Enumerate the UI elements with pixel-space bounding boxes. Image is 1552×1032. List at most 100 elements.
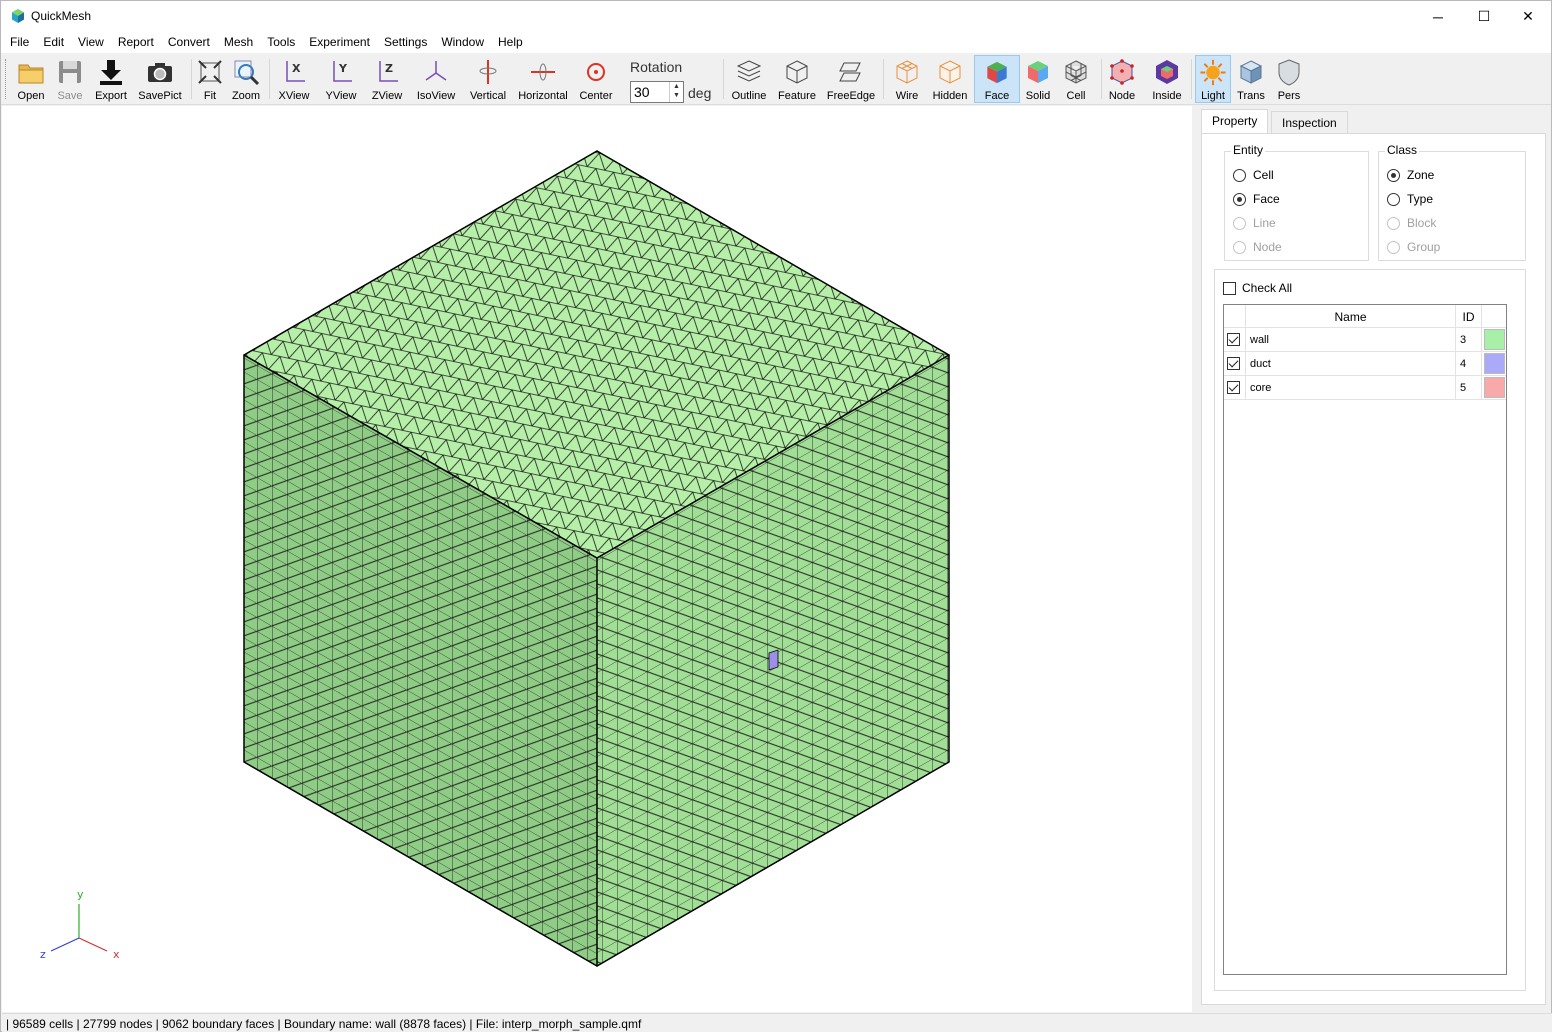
face-cube-icon (987, 61, 1007, 84)
id-column-header[interactable]: ID (1456, 305, 1482, 328)
tab-property[interactable]: Property (1201, 109, 1269, 135)
row-checkbox[interactable] (1227, 333, 1240, 346)
spin-arrows-icon[interactable]: ▲ ▼ (669, 82, 683, 102)
open-button[interactable]: Open (13, 55, 49, 103)
menu-mesh[interactable]: Mesh (217, 32, 260, 53)
close-button[interactable]: ✕ (1505, 1, 1551, 32)
mesh-canvas[interactable]: y x z (2, 106, 1192, 1012)
light-button[interactable]: Light (1195, 55, 1231, 103)
row-name: wall (1246, 328, 1456, 352)
highlighted-duct-element[interactable] (768, 649, 779, 671)
row-color-swatch[interactable] (1484, 329, 1505, 350)
wire-button[interactable]: Wire (889, 55, 925, 103)
save-button[interactable]: Save (53, 55, 87, 103)
tab-inspection[interactable]: Inspection (1271, 111, 1348, 134)
download-arrow-icon (100, 60, 122, 85)
z-axis-view-icon: Z (379, 61, 398, 82)
class-type-radio[interactable]: Type (1387, 192, 1433, 206)
menu-bar: File Edit View Report Convert Mesh Tools… (1, 32, 1551, 53)
name-column-header[interactable]: Name (1246, 305, 1456, 328)
minimize-button[interactable]: ─ (1415, 1, 1461, 32)
savepict-button[interactable]: SavePict (135, 55, 185, 103)
feature-cube-icon (786, 60, 808, 84)
row-checkbox[interactable] (1227, 357, 1240, 370)
row-name: duct (1246, 352, 1456, 376)
trans-button[interactable]: Trans (1235, 55, 1267, 103)
inside-button[interactable]: Inside (1147, 55, 1187, 103)
sun-light-icon (1200, 59, 1226, 86)
menu-settings[interactable]: Settings (377, 32, 434, 53)
horizontal-rotate-icon (531, 63, 555, 81)
menu-experiment[interactable]: Experiment (302, 32, 377, 53)
axis-label-x: x (113, 948, 120, 961)
zoom-button[interactable]: Zoom (229, 55, 263, 103)
table-row[interactable]: core 5 (1224, 376, 1506, 400)
cell-button[interactable]: Cell (1059, 55, 1093, 103)
rotation-value[interactable]: 30 (634, 84, 650, 100)
row-name: core (1246, 376, 1456, 400)
row-checkbox[interactable] (1227, 381, 1240, 394)
table-row[interactable]: duct 4 (1224, 352, 1506, 376)
property-tab-content: Entity Cell Face Line Node Class Zone Ty… (1201, 133, 1546, 1005)
inside-cube-icon (1156, 60, 1178, 84)
menu-convert[interactable]: Convert (161, 32, 217, 53)
entity-cell-radio[interactable]: Cell (1233, 168, 1274, 182)
row-id: 5 (1456, 376, 1482, 400)
yview-button[interactable]: Y YView (321, 55, 361, 103)
zone-table-header: Name ID (1224, 305, 1506, 328)
row-color-swatch[interactable] (1484, 377, 1505, 398)
isometric-axes-icon (425, 61, 447, 81)
3d-viewport[interactable]: y x z (2, 106, 1192, 1012)
toolbar: Open Save Export SavePict Fit Zoom X XVi… (1, 53, 1551, 105)
class-group: Class Zone Type Block Group (1378, 143, 1526, 261)
menu-edit[interactable]: Edit (36, 32, 71, 53)
perspective-shield-icon (1278, 59, 1300, 86)
rotation-unit: deg (688, 85, 712, 101)
fit-expand-icon (198, 60, 222, 84)
zview-button[interactable]: Z ZView (367, 55, 407, 103)
toolbar-grip[interactable] (5, 59, 8, 99)
check-all-checkbox[interactable]: Check All (1223, 281, 1292, 295)
cell-mesh-icon (1065, 60, 1087, 84)
row-id: 4 (1456, 352, 1482, 376)
zone-table: Name ID wall 3 duct 4 core 5 (1223, 304, 1507, 975)
menu-report[interactable]: Report (111, 32, 161, 53)
toolbar-separator (723, 59, 724, 99)
pers-button[interactable]: Pers (1273, 55, 1305, 103)
entity-face-radio[interactable]: Face (1233, 192, 1280, 206)
menu-help[interactable]: Help (491, 32, 530, 53)
transparent-cube-icon (1239, 60, 1263, 84)
rotation-spinbox[interactable]: 30 ▲ ▼ (630, 81, 684, 103)
xview-button[interactable]: X XView (275, 55, 313, 103)
maximize-button[interactable]: ☐ (1461, 1, 1507, 32)
solid-cube-icon (1028, 61, 1048, 83)
table-row[interactable]: wall 3 (1224, 328, 1506, 352)
menu-tools[interactable]: Tools (260, 32, 302, 53)
export-button[interactable]: Export (91, 55, 131, 103)
outline-button[interactable]: Outline (729, 55, 769, 103)
horizontal-rotate-button[interactable]: Horizontal (515, 55, 571, 103)
title-bar: QuickMesh ─ ☐ ✕ (1, 1, 1551, 32)
feature-button[interactable]: Feature (775, 55, 819, 103)
row-color-swatch[interactable] (1484, 353, 1505, 374)
toolbar-separator (883, 59, 884, 99)
node-button[interactable]: Node (1105, 55, 1139, 103)
rotation-control: Rotation 30 ▲ ▼ deg (627, 57, 717, 103)
center-button[interactable]: Center (577, 55, 615, 103)
app-logo-icon (12, 9, 24, 23)
rotation-label: Rotation (630, 59, 683, 75)
entity-line-radio: Line (1233, 216, 1276, 230)
isoview-button[interactable]: IsoView (413, 55, 459, 103)
freeedge-button[interactable]: FreeEdge (825, 55, 877, 103)
x-axis-view-icon: X (286, 61, 305, 82)
solid-button[interactable]: Solid (1021, 55, 1055, 103)
face-button[interactable]: Face (974, 55, 1020, 103)
menu-file[interactable]: File (3, 32, 36, 53)
class-zone-radio[interactable]: Zone (1387, 168, 1434, 182)
fit-button[interactable]: Fit (195, 55, 225, 103)
vertical-rotate-button[interactable]: Vertical (467, 55, 509, 103)
hidden-button[interactable]: Hidden (929, 55, 971, 103)
menu-view[interactable]: View (71, 32, 111, 53)
menu-window[interactable]: Window (434, 32, 491, 53)
entity-node-radio: Node (1233, 240, 1282, 254)
